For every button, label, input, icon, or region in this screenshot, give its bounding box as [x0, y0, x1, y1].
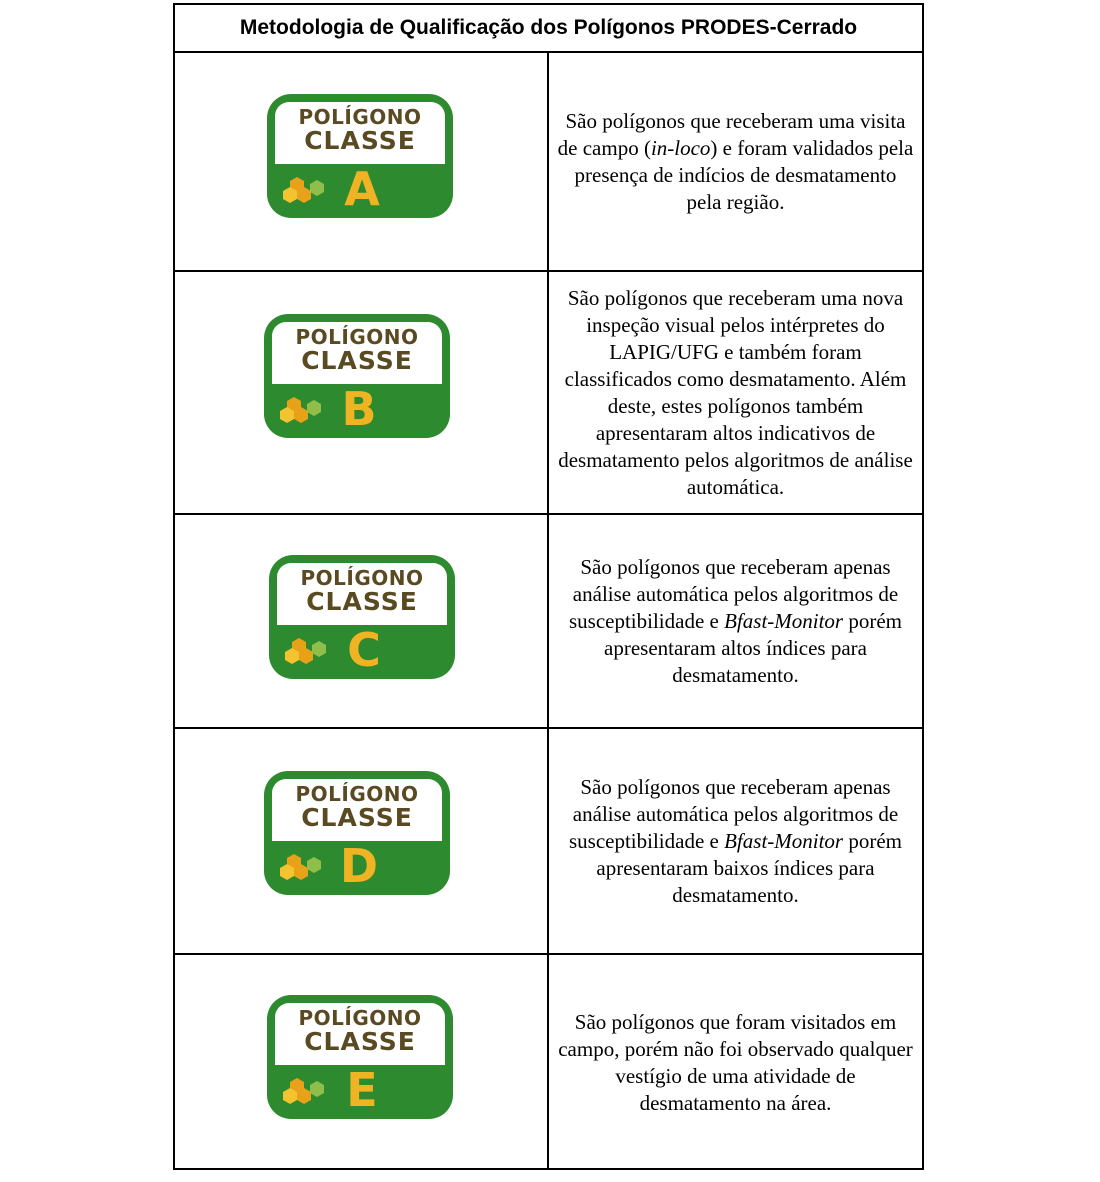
- badge-classe-d: POLÍGONO CLASSE D: [264, 771, 450, 895]
- table-title: Metodologia de Qualificação dos Polígono…: [175, 5, 922, 53]
- badge-label-classe: CLASSE: [304, 1027, 416, 1056]
- description-cell: São polígonos que receberam uma visita d…: [549, 53, 922, 270]
- description-text: São polígonos que receberam apenas análi…: [568, 554, 903, 687]
- badge-label-classe: CLASSE: [306, 587, 418, 616]
- badge-classe-a: POLÍGONO CLASSE A: [267, 94, 453, 218]
- badge-cell: POLÍGONO CLASSE D: [175, 729, 549, 953]
- badge-letter: A: [344, 162, 380, 216]
- badge-letter: C: [347, 623, 381, 677]
- badge-cell: POLÍGONO CLASSE B: [175, 272, 549, 513]
- badge-classe-b: POLÍGONO CLASSE B: [264, 314, 450, 438]
- description-cell: São polígonos que receberam uma nova ins…: [549, 272, 922, 513]
- description-cell: São polígonos que receberam apenas análi…: [549, 729, 922, 953]
- table-row-b: POLÍGONO CLASSE B São polígonos que rece…: [175, 272, 922, 515]
- badge-label-classe: CLASSE: [301, 803, 413, 832]
- badge-cell: POLÍGONO CLASSE E: [175, 955, 549, 1170]
- description-cell: São polígonos que foram visitados em cam…: [549, 955, 922, 1170]
- badge-letter: D: [339, 839, 379, 893]
- table-row-c: POLÍGONO CLASSE C São polígonos que rece…: [175, 515, 922, 729]
- badge-cell: POLÍGONO CLASSE C: [175, 515, 549, 727]
- table-row-d: POLÍGONO CLASSE D São polígonos que rece…: [175, 729, 922, 955]
- table-row-a: POLÍGONO CLASSE A São polígonos que rece…: [175, 53, 922, 272]
- badge-label-classe: CLASSE: [301, 346, 413, 375]
- description-text: São polígonos que receberam uma nova ins…: [558, 285, 913, 499]
- badge-classe-c: POLÍGONO CLASSE C: [269, 555, 455, 679]
- table-row-e: POLÍGONO CLASSE E São polígonos que fora…: [175, 955, 922, 1170]
- badge-cell: POLÍGONO CLASSE A: [175, 53, 549, 270]
- badge-classe-e: POLÍGONO CLASSE E: [267, 995, 453, 1119]
- description-text: São polígonos que receberam uma visita d…: [557, 108, 914, 214]
- badge-letter: B: [341, 382, 377, 436]
- qualification-table: Metodologia de Qualificação dos Polígono…: [173, 3, 924, 1170]
- description-text: São polígonos que foram visitados em cam…: [558, 1009, 913, 1115]
- description-text: São polígonos que receberam apenas análi…: [568, 774, 903, 907]
- badge-label-classe: CLASSE: [304, 126, 416, 155]
- description-cell: São polígonos que receberam apenas análi…: [549, 515, 922, 727]
- badge-letter: E: [346, 1063, 378, 1117]
